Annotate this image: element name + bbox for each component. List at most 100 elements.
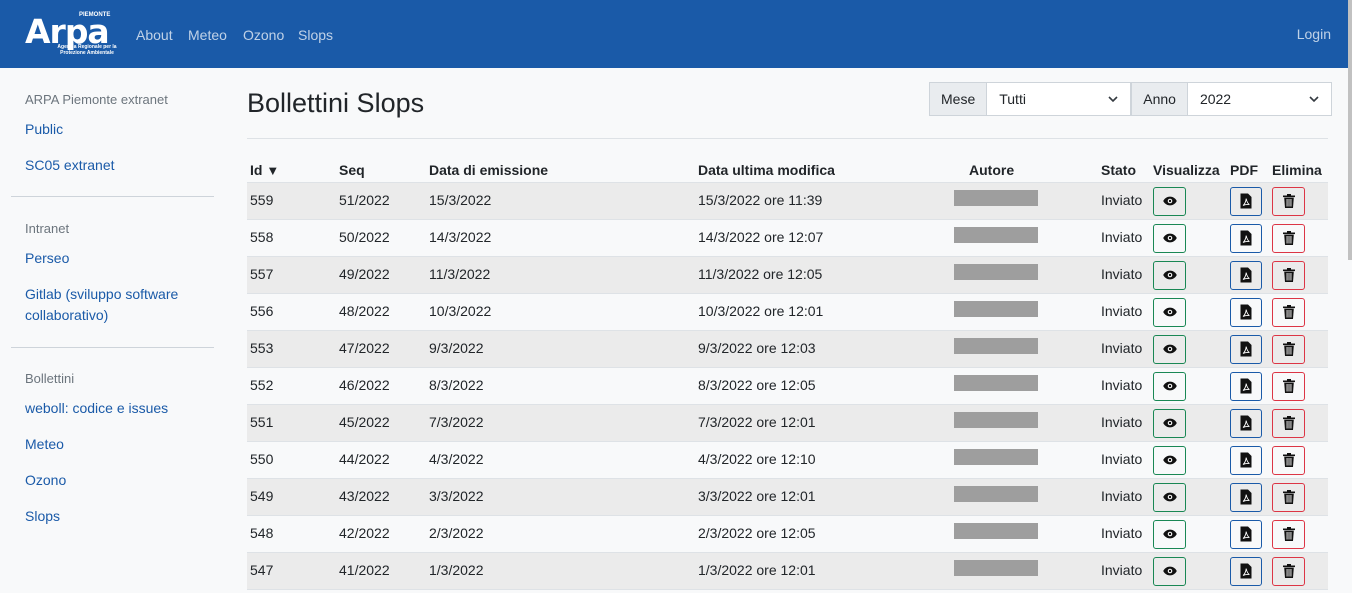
sidebar-link-ozono[interactable]: Ozono (25, 470, 215, 491)
sidebar-link-sc05[interactable]: SC05 extranet (25, 155, 215, 176)
sidebar-link-weboll[interactable]: weboll: codice e issues (25, 398, 215, 419)
pdf-button[interactable] (1230, 334, 1262, 364)
column-header-status[interactable]: Stato (1098, 156, 1150, 183)
pdf-button[interactable] (1230, 186, 1262, 216)
column-header-author[interactable]: Autore (949, 156, 1098, 183)
column-header-modified[interactable]: Data ultima modifica (695, 156, 949, 183)
cell-seq: 47/2022 (336, 330, 426, 368)
view-button[interactable] (1153, 445, 1186, 475)
eye-icon (1162, 566, 1177, 576)
cell-modified-date: 10/3/2022 ore 12:01 (695, 293, 949, 331)
cell-emission-date: 15/3/2022 (426, 182, 695, 220)
delete-button[interactable] (1272, 186, 1305, 216)
pdf-file-icon (1240, 526, 1252, 542)
pdf-button[interactable] (1230, 297, 1262, 327)
page-title: Bollettini Slops (247, 88, 425, 118)
cell-author (949, 515, 1098, 553)
cell-modified-date: 11/3/2022 ore 12:05 (695, 256, 949, 294)
view-button[interactable] (1153, 297, 1186, 327)
pdf-button[interactable] (1230, 556, 1262, 586)
anno-select-value: 2022 (1199, 91, 1232, 107)
anno-select[interactable]: 2022 (1187, 82, 1332, 116)
sidebar-link-gitlab[interactable]: Gitlab (sviluppo software collaborativo) (25, 284, 215, 326)
sidebar-link-public[interactable]: Public (25, 119, 215, 140)
pdf-button[interactable] (1230, 260, 1262, 290)
view-button[interactable] (1153, 260, 1186, 290)
nav-about[interactable]: About (136, 26, 173, 44)
nav-meteo[interactable]: Meteo (188, 26, 227, 44)
arpa-logo[interactable]: PIEMONTE Arpa Agenzia Regionale per la P… (25, 12, 117, 56)
nav-slops[interactable]: Slops (298, 26, 333, 44)
delete-button[interactable] (1272, 260, 1305, 290)
redacted-author (954, 411, 1038, 428)
cell-status: Inviato (1098, 219, 1150, 257)
mese-select[interactable]: Tutti (987, 82, 1132, 116)
view-button[interactable] (1153, 371, 1186, 401)
delete-button[interactable] (1272, 223, 1305, 253)
view-button[interactable] (1153, 482, 1186, 512)
cell-seq: 45/2022 (336, 404, 426, 442)
trash-icon (1282, 453, 1295, 467)
cell-status: Inviato (1098, 367, 1150, 405)
pdf-button[interactable] (1230, 482, 1262, 512)
login-link[interactable]: Login (1297, 26, 1331, 42)
pdf-button[interactable] (1230, 445, 1262, 475)
delete-button[interactable] (1272, 445, 1305, 475)
cell-emission-date: 7/3/2022 (426, 404, 695, 442)
cell-pdf (1227, 219, 1269, 257)
nav-ozono[interactable]: Ozono (243, 26, 284, 44)
redacted-author (954, 337, 1038, 354)
view-button[interactable] (1153, 334, 1186, 364)
sidebar-heading-extranet: ARPA Piemonte extranet (25, 92, 168, 107)
cell-status: Inviato (1098, 404, 1150, 442)
cell-status: Inviato (1098, 515, 1150, 553)
chevron-down-icon (1108, 96, 1118, 103)
page-scrollbar[interactable] (1348, 0, 1352, 260)
table-row: 549 43/2022 3/3/2022 3/3/2022 ore 12:01 Invi… (247, 478, 1328, 516)
cell-author (949, 552, 1098, 590)
column-header-emission[interactable]: Data di emissione (426, 156, 695, 183)
view-button[interactable] (1153, 186, 1186, 216)
sidebar-link-slops[interactable]: Slops (25, 506, 215, 527)
cell-author (949, 330, 1098, 368)
view-button[interactable] (1153, 519, 1186, 549)
column-header-seq[interactable]: Seq (336, 156, 426, 183)
view-button[interactable] (1153, 223, 1186, 253)
mese-select-value: Tutti (999, 91, 1026, 107)
sidebar-link-meteo[interactable]: Meteo (25, 434, 215, 455)
pdf-button[interactable] (1230, 371, 1262, 401)
cell-view (1150, 219, 1227, 257)
trash-icon (1282, 268, 1295, 282)
view-button[interactable] (1153, 556, 1186, 586)
trash-icon (1282, 490, 1295, 504)
delete-button[interactable] (1272, 371, 1305, 401)
cell-delete (1269, 515, 1328, 553)
sidebar-link-perseo[interactable]: Perseo (25, 248, 215, 269)
cell-status: Inviato (1098, 330, 1150, 368)
delete-button[interactable] (1272, 482, 1305, 512)
cell-modified-date: 14/3/2022 ore 12:07 (695, 219, 949, 257)
cell-emission-date: 3/3/2022 (426, 478, 695, 516)
cell-id: 557 (247, 256, 336, 294)
delete-button[interactable] (1272, 297, 1305, 327)
column-header-id[interactable]: Id ▼ (247, 156, 336, 183)
cell-view (1150, 367, 1227, 405)
cell-view (1150, 330, 1227, 368)
delete-button[interactable] (1272, 408, 1305, 438)
pdf-file-icon (1240, 341, 1252, 357)
sidebar-divider (11, 196, 214, 197)
delete-button[interactable] (1272, 334, 1305, 364)
column-header-view: Visualizza (1150, 156, 1227, 183)
sidebar-heading-bollettini: Bollettini (25, 371, 75, 386)
sort-desc-icon: ▼ (266, 162, 280, 178)
pdf-button[interactable] (1230, 519, 1262, 549)
cell-view (1150, 515, 1227, 553)
view-button[interactable] (1153, 408, 1186, 438)
pdf-button[interactable] (1230, 408, 1262, 438)
redacted-author (954, 559, 1038, 576)
pdf-button[interactable] (1230, 223, 1262, 253)
delete-button[interactable] (1272, 519, 1305, 549)
cell-seq: 43/2022 (336, 478, 426, 516)
cell-id: 558 (247, 219, 336, 257)
delete-button[interactable] (1272, 556, 1305, 586)
